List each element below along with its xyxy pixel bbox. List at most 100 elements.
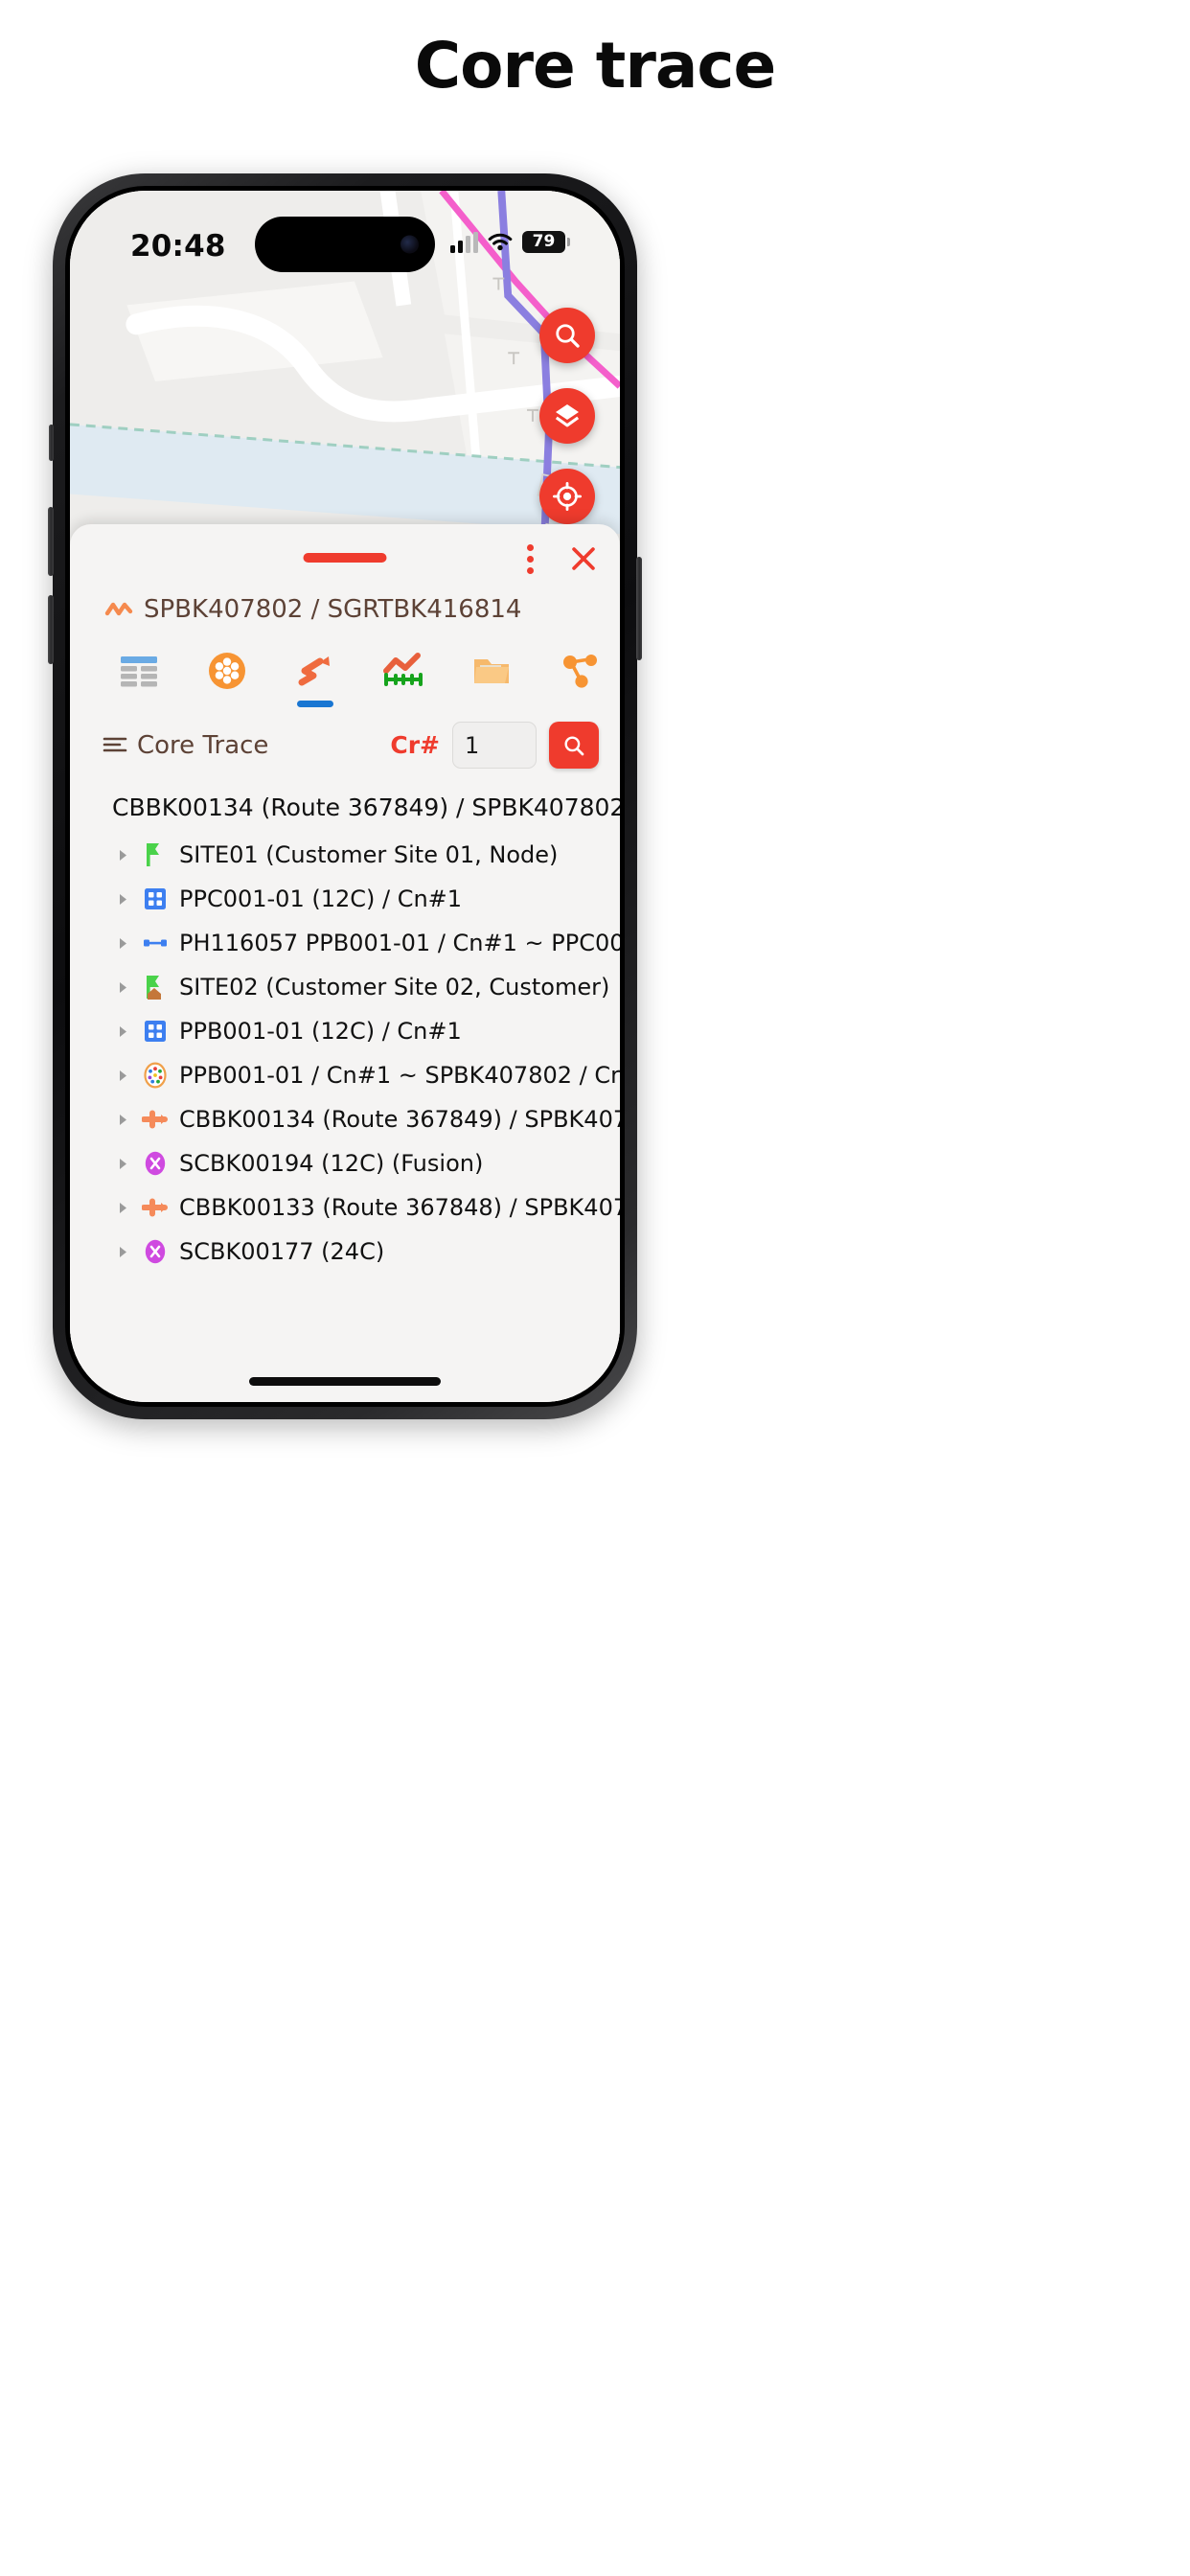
list-item[interactable]: SITE01 (Customer Site 01, Node) — [70, 833, 620, 877]
table-icon — [121, 656, 157, 687]
trace-arrow-icon — [298, 656, 330, 686]
home-indicator[interactable] — [249, 1377, 441, 1386]
list-item-label: SCBK00177 (24C) — [179, 1238, 385, 1265]
power-button[interactable] — [636, 557, 642, 660]
detail-bottom-sheet: SPBK407802 / SGRTBK416814 Core Trace Cr#… — [70, 524, 620, 1402]
core-trace-bar: Core Trace Cr# — [70, 699, 620, 769]
tab-profile[interactable] — [367, 643, 440, 699]
route-measure-icon — [383, 653, 423, 686]
list-item-label: PPB001-01 (12C) / Cn#1 — [179, 1018, 462, 1045]
list-item[interactable]: CBBK00133 (Route 367848) / SPBK407801 / … — [70, 1185, 620, 1230]
core-trace-search-button[interactable] — [549, 722, 599, 769]
volume-up-button[interactable] — [48, 507, 54, 576]
cr-number-label: Cr# — [390, 731, 440, 759]
sheet-title: SPBK407802 / SGRTBK416814 — [70, 589, 620, 624]
tree-root-label: CBBK00134 (Route 367849) / SPBK407802 / … — [112, 794, 620, 821]
cable-segment-icon — [141, 1198, 170, 1217]
chevron-right-icon[interactable] — [114, 848, 131, 862]
list-item[interactable]: PPB001-01 (12C) / Cn#1 — [70, 1009, 620, 1053]
battery-level: 79 — [532, 232, 556, 251]
phone-bezel: 20:48 79 SPBK407802 / SGRTBK416814 Core … — [65, 186, 625, 1407]
list-item[interactable]: SCBK00177 (24C) — [70, 1230, 620, 1274]
list-item[interactable]: PH116057 PPB001-01 / Cn#1 ~ PPC001-01 / … — [70, 921, 620, 965]
tree-root-row[interactable]: CBBK00134 (Route 367849) / SPBK407802 / … — [70, 782, 620, 833]
close-button[interactable] — [564, 540, 603, 578]
folder-icon — [474, 659, 509, 683]
chevron-right-icon[interactable] — [114, 1024, 131, 1039]
splice-closure-icon — [141, 1238, 170, 1265]
list-item-label: SCBK00194 (12C) (Fusion) — [179, 1150, 484, 1177]
search-icon — [564, 735, 584, 755]
tab-trace[interactable] — [279, 643, 352, 707]
kebab-menu-icon[interactable] — [513, 540, 547, 578]
chevron-right-icon[interactable] — [114, 1069, 131, 1083]
cable-wave-icon — [104, 602, 133, 616]
list-item-label: SITE02 (Customer Site 02, Customer) — [179, 974, 610, 1000]
core-trace-controls: Cr# — [390, 722, 599, 769]
list-item[interactable]: SCBK00194 (12C) (Fusion) — [70, 1141, 620, 1185]
chevron-right-icon[interactable] — [114, 1113, 131, 1127]
chevron-right-icon[interactable] — [114, 1245, 131, 1259]
sheet-header-bar — [70, 524, 620, 589]
page-title: Core trace — [414, 29, 777, 103]
status-indicators: 79 — [450, 231, 570, 253]
list-item[interactable]: PPC001-01 (12C) / Cn#1 — [70, 877, 620, 921]
tab-documents[interactable] — [455, 643, 528, 699]
core-trace-tree: CBBK00134 (Route 367849) / SPBK407802 / … — [70, 769, 620, 1274]
status-time: 20:48 — [130, 229, 226, 264]
list-item-label: PPB001-01 / Cn#1 ~ SPBK407802 / Cr#1 — [179, 1062, 620, 1089]
locate-target-icon — [553, 482, 582, 511]
front-camera-icon — [400, 235, 419, 254]
splice-closure-icon — [141, 1150, 170, 1177]
list-icon — [103, 737, 127, 751]
chevron-right-icon[interactable] — [114, 1157, 131, 1171]
tab-cross-section[interactable] — [191, 643, 263, 699]
network-share-icon — [563, 655, 597, 688]
patch-panel-icon — [141, 1019, 170, 1044]
site-customer-icon — [141, 974, 170, 1000]
drag-handle[interactable] — [303, 553, 387, 563]
wifi-icon — [488, 233, 513, 251]
list-item-label: PH116057 PPB001-01 / Cn#1 ~ PPC001-01 / … — [179, 930, 620, 956]
list-item[interactable]: CBBK00134 (Route 367849) / SPBK407802 / … — [70, 1097, 620, 1141]
close-icon — [572, 547, 595, 570]
tab-network[interactable] — [543, 643, 616, 699]
sheet-toolbar — [70, 624, 620, 707]
layers-icon — [555, 404, 580, 427]
phone-screen: 20:48 79 SPBK407802 / SGRTBK416814 Core … — [70, 191, 620, 1402]
battery-icon: 79 — [522, 231, 570, 253]
chevron-right-icon[interactable] — [114, 936, 131, 951]
map-search-fab[interactable] — [539, 308, 595, 363]
site-flag-icon — [141, 841, 170, 868]
cable-segment-icon — [141, 1110, 170, 1129]
tab-trace-indicator — [297, 701, 333, 707]
core-trace-label-group[interactable]: Core Trace — [103, 731, 268, 760]
list-item[interactable]: PPB001-01 / Cn#1 ~ SPBK407802 / Cr#1 — [70, 1053, 620, 1097]
search-icon — [556, 324, 580, 348]
list-item-label: PPC001-01 (12C) / Cn#1 — [179, 886, 463, 912]
mute-switch[interactable] — [49, 425, 54, 461]
sheet-actions — [513, 540, 603, 578]
cellular-signal-icon — [450, 232, 478, 253]
cr-number-input[interactable] — [452, 722, 537, 769]
dynamic-island — [255, 217, 435, 272]
sheet-title-text: SPBK407802 / SGRTBK416814 — [144, 595, 522, 624]
map-locate-fab[interactable] — [539, 469, 595, 524]
phone-frame: 20:48 79 SPBK407802 / SGRTBK416814 Core … — [48, 173, 642, 1419]
chevron-right-icon[interactable] — [114, 980, 131, 995]
status-bar: 20:48 79 — [70, 191, 620, 296]
chevron-right-icon[interactable] — [114, 1201, 131, 1215]
patch-cord-icon — [141, 935, 170, 951]
chevron-right-icon[interactable] — [114, 892, 131, 907]
patch-panel-icon — [141, 886, 170, 911]
list-item-label: CBBK00134 (Route 367849) / SPBK407802 / … — [179, 1106, 620, 1133]
tab-attributes[interactable] — [103, 643, 175, 699]
list-item-label: SITE01 (Customer Site 01, Node) — [179, 841, 559, 868]
volume-down-button[interactable] — [48, 595, 54, 664]
cable-cross-section-icon — [141, 1062, 170, 1089]
core-trace-label: Core Trace — [137, 730, 269, 760]
cable-cross-section-icon — [209, 653, 245, 689]
list-item-label: CBBK00133 (Route 367848) / SPBK407801 / … — [179, 1194, 620, 1221]
list-item[interactable]: SITE02 (Customer Site 02, Customer) — [70, 965, 620, 1009]
map-layers-fab[interactable] — [539, 388, 595, 444]
